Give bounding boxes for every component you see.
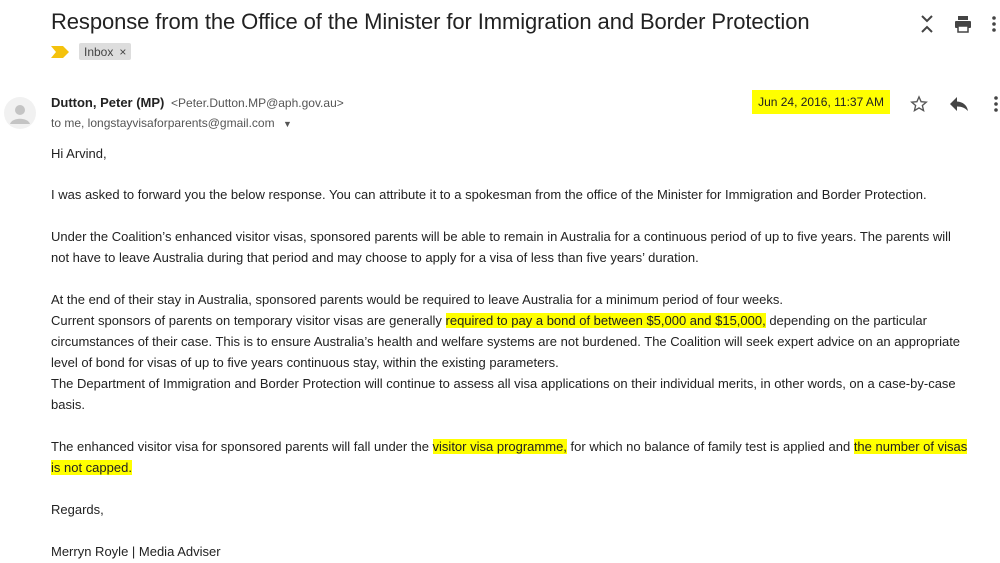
reply-icon[interactable]: [947, 93, 971, 115]
bond-text-prefix: Current sponsors of parents on temporary…: [51, 313, 446, 328]
star-icon[interactable]: [908, 93, 930, 115]
label-chip-inbox[interactable]: Inbox ×: [79, 43, 132, 60]
body-paragraph-2-line-1: Under the Coalition’s enhanced visitor v…: [51, 229, 951, 244]
print-icon[interactable]: [952, 13, 974, 35]
highlight-visitor-visa-programme: visitor visa programme,: [432, 439, 567, 454]
bond-text-suffix: depending on the particular: [765, 313, 927, 328]
programme-text-prefix: The enhanced visitor visa for sponsored …: [51, 439, 433, 454]
more-vert-icon[interactable]: [988, 13, 1000, 35]
regards: Regards,: [51, 502, 104, 517]
sender-line: Dutton, Peter (MP) <Peter.Dutton.MP@aph.…: [51, 95, 344, 110]
message-date: Jun 24, 2016, 11:37 AM: [752, 90, 890, 114]
body-paragraph-3-line-1: At the end of their stay in Australia, s…: [51, 292, 784, 307]
body-paragraph-3-line-5: The Department of Immigration and Border…: [51, 376, 956, 391]
body-paragraph-3-line-2: Current sponsors of parents on temporary…: [51, 310, 927, 331]
greeting: Hi Arvind,: [51, 146, 107, 161]
signature: Merryn Royle | Media Adviser: [51, 544, 221, 559]
body-paragraph-3-line-6: basis.: [51, 397, 85, 412]
expand-collapse-icon[interactable]: [917, 12, 937, 36]
body-paragraph-3-line-4: level of bond for visas of up to five ye…: [51, 355, 559, 370]
recipients-text: to me, longstayvisaforparents@gmail.com: [51, 116, 275, 130]
sender-avatar: [4, 97, 36, 129]
body-paragraph-1: I was asked to forward you the below res…: [51, 187, 927, 202]
remove-label-icon[interactable]: ×: [119, 45, 126, 59]
body-paragraph-3-line-3: circumstances of their case. This is to …: [51, 334, 961, 349]
email-subject: Response from the Office of the Minister…: [51, 9, 810, 34]
important-marker-icon[interactable]: [51, 45, 69, 58]
body-paragraph-2-line-2: not have to leave Australia during that …: [51, 250, 699, 265]
recipients-line: to me, longstayvisaforparents@gmail.com …: [51, 116, 292, 130]
highlight-bond-amount: required to pay a bond of between $5,000…: [445, 313, 766, 328]
sender-email: <Peter.Dutton.MP@aph.gov.au>: [171, 96, 344, 110]
recipient-details-dropdown-icon[interactable]: ▼: [283, 119, 292, 129]
highlight-number-of-visas: the number of visas: [853, 439, 968, 454]
body-paragraph-4-line-1: The enhanced visitor visa for sponsored …: [51, 436, 968, 457]
body-paragraph-4-line-2: is not capped.: [51, 457, 132, 478]
highlight-not-capped: is not capped.: [51, 460, 132, 475]
message-more-icon[interactable]: [992, 93, 1000, 115]
programme-text-middle: for which no balance of family test is a…: [566, 439, 854, 454]
label-chip-text: Inbox: [84, 44, 114, 59]
sender-name[interactable]: Dutton, Peter (MP): [51, 95, 164, 110]
